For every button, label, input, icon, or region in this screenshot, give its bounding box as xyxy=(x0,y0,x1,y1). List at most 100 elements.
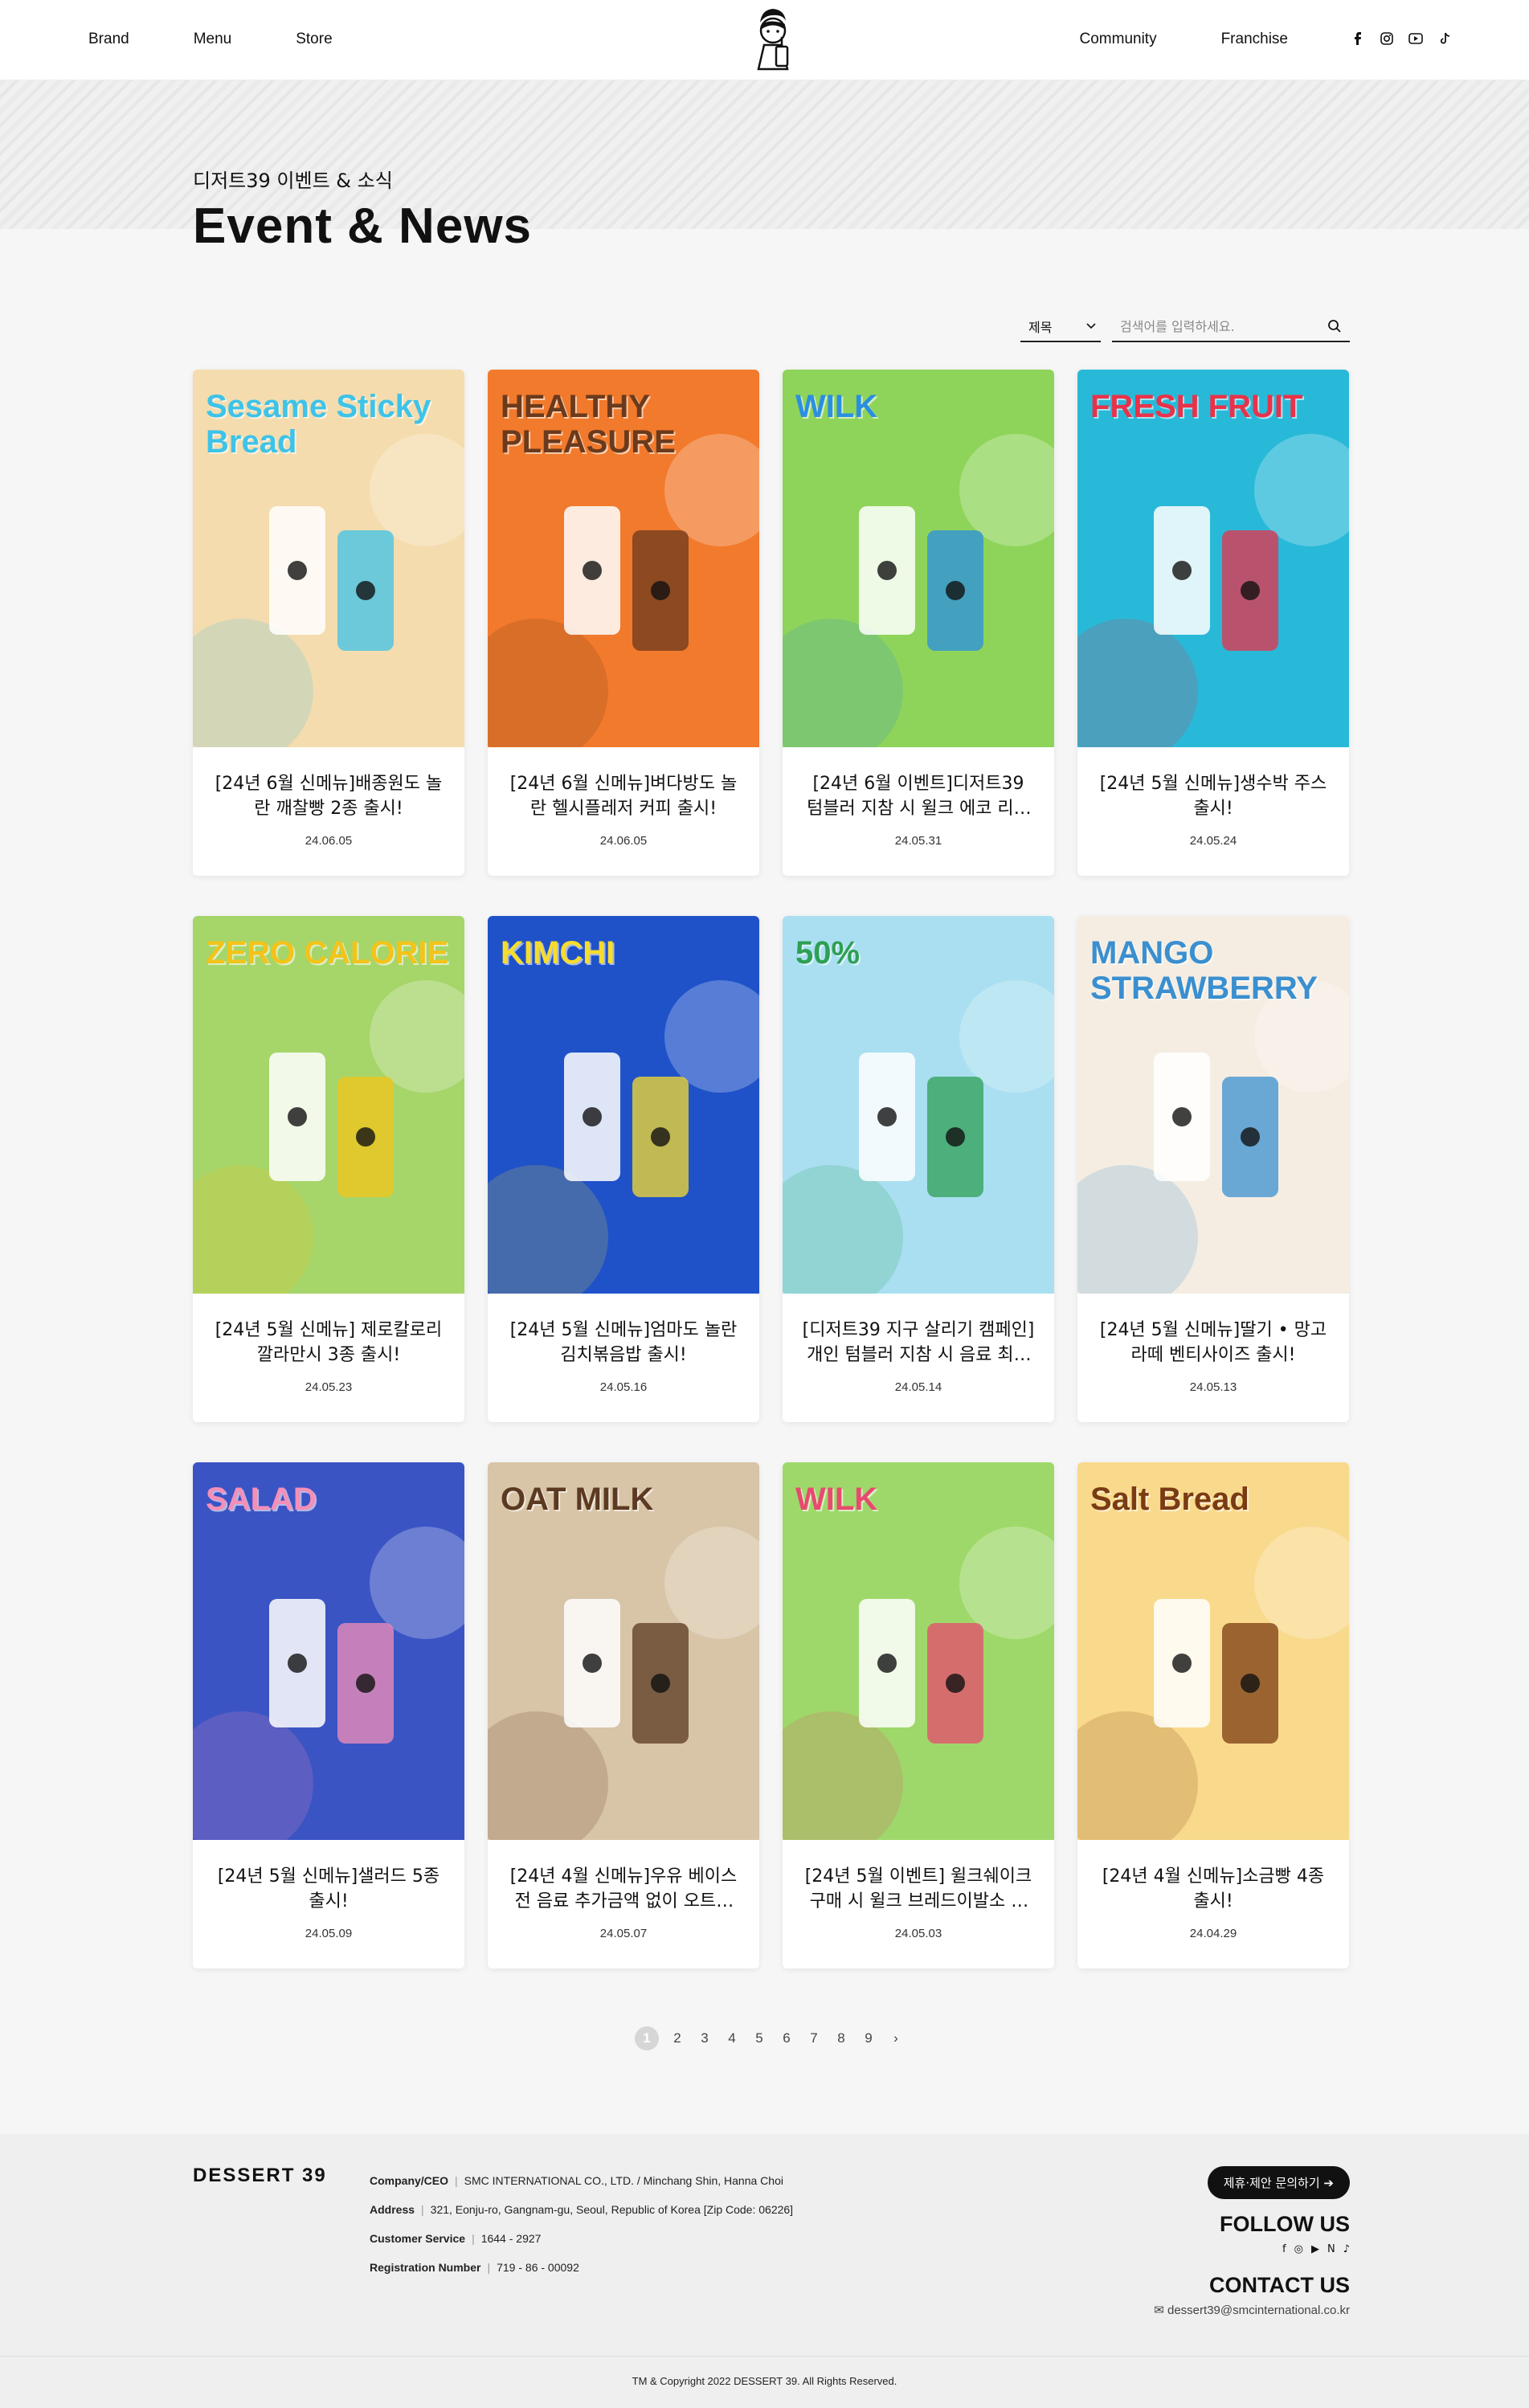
poster-illustration xyxy=(783,980,1054,1294)
news-card-thumbnail[interactable]: Sesame Sticky Bread xyxy=(193,370,464,747)
nav-right: Community Franchise xyxy=(1080,31,1289,48)
site-header: Brand Menu Store Community Franchise xyxy=(0,0,1529,80)
news-card-thumbnail[interactable]: FRESH FRUIT xyxy=(1077,370,1349,747)
news-card-thumbnail[interactable]: WILK xyxy=(783,1462,1054,1840)
poster-headline: WILK xyxy=(795,1482,878,1517)
news-card-date: 24.06.05 xyxy=(599,834,648,848)
dessert39-logo-icon[interactable] xyxy=(744,5,800,76)
select-value: 제목 xyxy=(1028,320,1053,335)
site-footer: DESSERT 39 Company/CEO | SMC INTERNATIONAL… xyxy=(0,2134,1529,2356)
news-card-thumbnail[interactable]: KIMCHI xyxy=(488,916,759,1294)
page-4[interactable]: 4 xyxy=(723,2027,741,2050)
poster-illustration xyxy=(783,434,1054,747)
nav-menu[interactable]: Menu xyxy=(194,31,232,48)
footer-socials: f ◎ ▶ N ♪ xyxy=(1154,2243,1350,2255)
poster-illustration xyxy=(193,980,464,1294)
chevron-down-icon xyxy=(1086,323,1096,329)
poster-illustration xyxy=(1077,1527,1349,1840)
news-card-thumbnail[interactable]: 50% xyxy=(783,916,1054,1294)
contact-us-heading: CONTACT US xyxy=(1209,2273,1350,2297)
next-page-icon[interactable]: › xyxy=(887,2027,905,2050)
inquiry-button[interactable]: 제휴·제안 문의하기 ➔ xyxy=(1207,2166,1350,2199)
instagram-icon[interactable] xyxy=(1379,31,1395,47)
registration-label: Registration Number xyxy=(370,2261,481,2274)
news-card[interactable]: Salt Bread [24년 4월 신메뉴]소금빵 4종 출시! 24.04.29 xyxy=(1077,1462,1349,1969)
tiktok-icon[interactable] xyxy=(1437,31,1453,47)
news-card-thumbnail[interactable]: WILK xyxy=(783,370,1054,747)
nav-franchise[interactable]: Franchise xyxy=(1221,31,1288,48)
youtube-icon[interactable]: ▶ xyxy=(1311,2243,1319,2255)
news-card-date: 24.05.31 xyxy=(894,834,942,848)
poster-illustration xyxy=(488,980,759,1294)
search-bar: 제목 xyxy=(1020,312,1350,342)
page-1[interactable]: 1 xyxy=(635,2026,659,2050)
poster-headline: SALAD xyxy=(206,1482,317,1517)
news-card-thumbnail[interactable]: ZERO CALORIE xyxy=(193,916,464,1294)
header-socials xyxy=(1350,31,1453,47)
news-card[interactable]: KIMCHI [24년 5월 신메뉴]엄마도 놀란 김치볶음밥 출시! 24.05.… xyxy=(488,916,759,1422)
tiktok-icon[interactable]: ♪ xyxy=(1343,2243,1350,2255)
page-2[interactable]: 2 xyxy=(668,2027,686,2050)
news-card[interactable]: WILK [24년 6월 이벤트]디저트39 텀블러 지참 시 윌크 에코 리유저… xyxy=(783,370,1054,876)
news-card-title: [24년 4월 신메뉴]소금빵 4종 출시! xyxy=(1102,1866,1325,1911)
pagination: 1 2 3 4 5 6 7 8 9 › xyxy=(635,2026,905,2050)
news-card-date: 24.05.24 xyxy=(1189,834,1237,848)
news-card-thumbnail[interactable]: Salt Bread xyxy=(1077,1462,1349,1840)
news-card-thumbnail[interactable]: SALAD xyxy=(193,1462,464,1840)
page-3[interactable]: 3 xyxy=(696,2027,713,2050)
poster-illustration xyxy=(783,1527,1054,1840)
email-text: dessert39@smcinternational.co.kr xyxy=(1167,2304,1350,2317)
page-5[interactable]: 5 xyxy=(750,2027,768,2050)
facebook-icon[interactable] xyxy=(1350,31,1366,47)
search-icon[interactable] xyxy=(1327,319,1342,333)
page-9[interactable]: 9 xyxy=(860,2027,877,2050)
news-card-title: [24년 6월 신메뉴]벼다방도 놀란 헬시플레저 커피 출시! xyxy=(509,774,738,819)
news-card[interactable]: OAT MILK [24년 4월 신메뉴]우유 베이스 전 음료 추가금액 없이 … xyxy=(488,1462,759,1969)
follow-us-heading: FOLLOW US xyxy=(1220,2212,1350,2236)
poster-headline: MANGO STRAWBERRY xyxy=(1090,935,1318,1006)
poster-headline: Sesame Sticky Bread xyxy=(206,389,431,460)
page-8[interactable]: 8 xyxy=(832,2027,850,2050)
news-card[interactable]: MANGO STRAWBERRY [24년 5월 신메뉴]딸기 • 망고라떼 벤티… xyxy=(1077,916,1349,1422)
news-card[interactable]: Sesame Sticky Bread [24년 6월 신메뉴]배종원도 놀란 깨… xyxy=(193,370,464,876)
news-card-thumbnail[interactable]: MANGO STRAWBERRY xyxy=(1077,916,1349,1294)
page-6[interactable]: 6 xyxy=(778,2027,795,2050)
news-card-title: [24년 5월 신메뉴]딸기 • 망고라떼 벤티사이즈 출시! xyxy=(1099,1320,1327,1365)
news-card-title: [24년 6월 신메뉴]배종원도 놀란 깨찰빵 2종 출시! xyxy=(215,774,443,819)
contact-email[interactable]: ✉ dessert39@smcinternational.co.kr xyxy=(1154,2303,1350,2317)
company-label: Company/CEO xyxy=(370,2174,449,2187)
service-label: Customer Service xyxy=(370,2232,466,2245)
news-card[interactable]: HEALTHY PLEASURE [24년 6월 신메뉴]벼다방도 놀란 헬시플레… xyxy=(488,370,759,876)
search-input[interactable] xyxy=(1120,318,1327,334)
page-7[interactable]: 7 xyxy=(805,2027,823,2050)
nav-brand[interactable]: Brand xyxy=(88,31,129,48)
news-card-thumbnail[interactable]: HEALTHY PLEASURE xyxy=(488,370,759,747)
facebook-icon[interactable]: f xyxy=(1282,2243,1286,2255)
nav-community[interactable]: Community xyxy=(1080,31,1157,48)
search-field-select[interactable]: 제목 xyxy=(1020,312,1101,342)
company-value: SMC INTERNATIONAL CO., LTD. / Minchang S… xyxy=(464,2174,783,2187)
news-card[interactable]: FRESH FRUIT [24년 5월 신메뉴]생수박 주스 출시! 24.05.2… xyxy=(1077,370,1349,876)
news-card-title: [24년 5월 신메뉴]샐러드 5종 출시! xyxy=(217,1866,440,1911)
hero-subtitle: 디저트39 이벤트 & 소식 xyxy=(193,170,393,192)
service-value: 1644 - 2927 xyxy=(480,2232,542,2245)
poster-headline: KIMCHI xyxy=(501,935,615,971)
news-card[interactable]: 50% [디저트39 지구 살리기 캠페인]개인 텀블러 지참 시 음료 최대 5… xyxy=(783,916,1054,1422)
news-card-date: 24.05.09 xyxy=(305,1927,353,1940)
news-card[interactable]: WILK [24년 5월 이벤트] 윌크쉐이크 구매 시 윌크 브레드이발소 텀블… xyxy=(783,1462,1054,1969)
news-card-date: 24.05.03 xyxy=(894,1927,942,1940)
poster-illustration xyxy=(1077,434,1349,747)
news-card[interactable]: SALAD [24년 5월 신메뉴]샐러드 5종 출시! 24.05.09 xyxy=(193,1462,464,1969)
youtube-icon[interactable] xyxy=(1408,31,1424,47)
nav-store[interactable]: Store xyxy=(296,31,332,48)
news-card[interactable]: ZERO CALORIE [24년 5월 신메뉴] 제로칼로리 깔라만시 3종 출… xyxy=(193,916,464,1422)
instagram-icon[interactable]: ◎ xyxy=(1294,2243,1303,2255)
copyright: TM & Copyright 2022 DESSERT 39. All Righ… xyxy=(0,2356,1529,2408)
search-box xyxy=(1112,312,1350,342)
news-grid: Sesame Sticky Bread [24년 6월 신메뉴]배종원도 놀란 깨… xyxy=(193,370,1350,1969)
poster-illustration xyxy=(193,1527,464,1840)
poster-headline: HEALTHY PLEASURE xyxy=(501,389,676,460)
naver-icon[interactable]: N xyxy=(1327,2243,1335,2255)
page-title: Event & News xyxy=(193,198,533,254)
news-card-thumbnail[interactable]: OAT MILK xyxy=(488,1462,759,1840)
